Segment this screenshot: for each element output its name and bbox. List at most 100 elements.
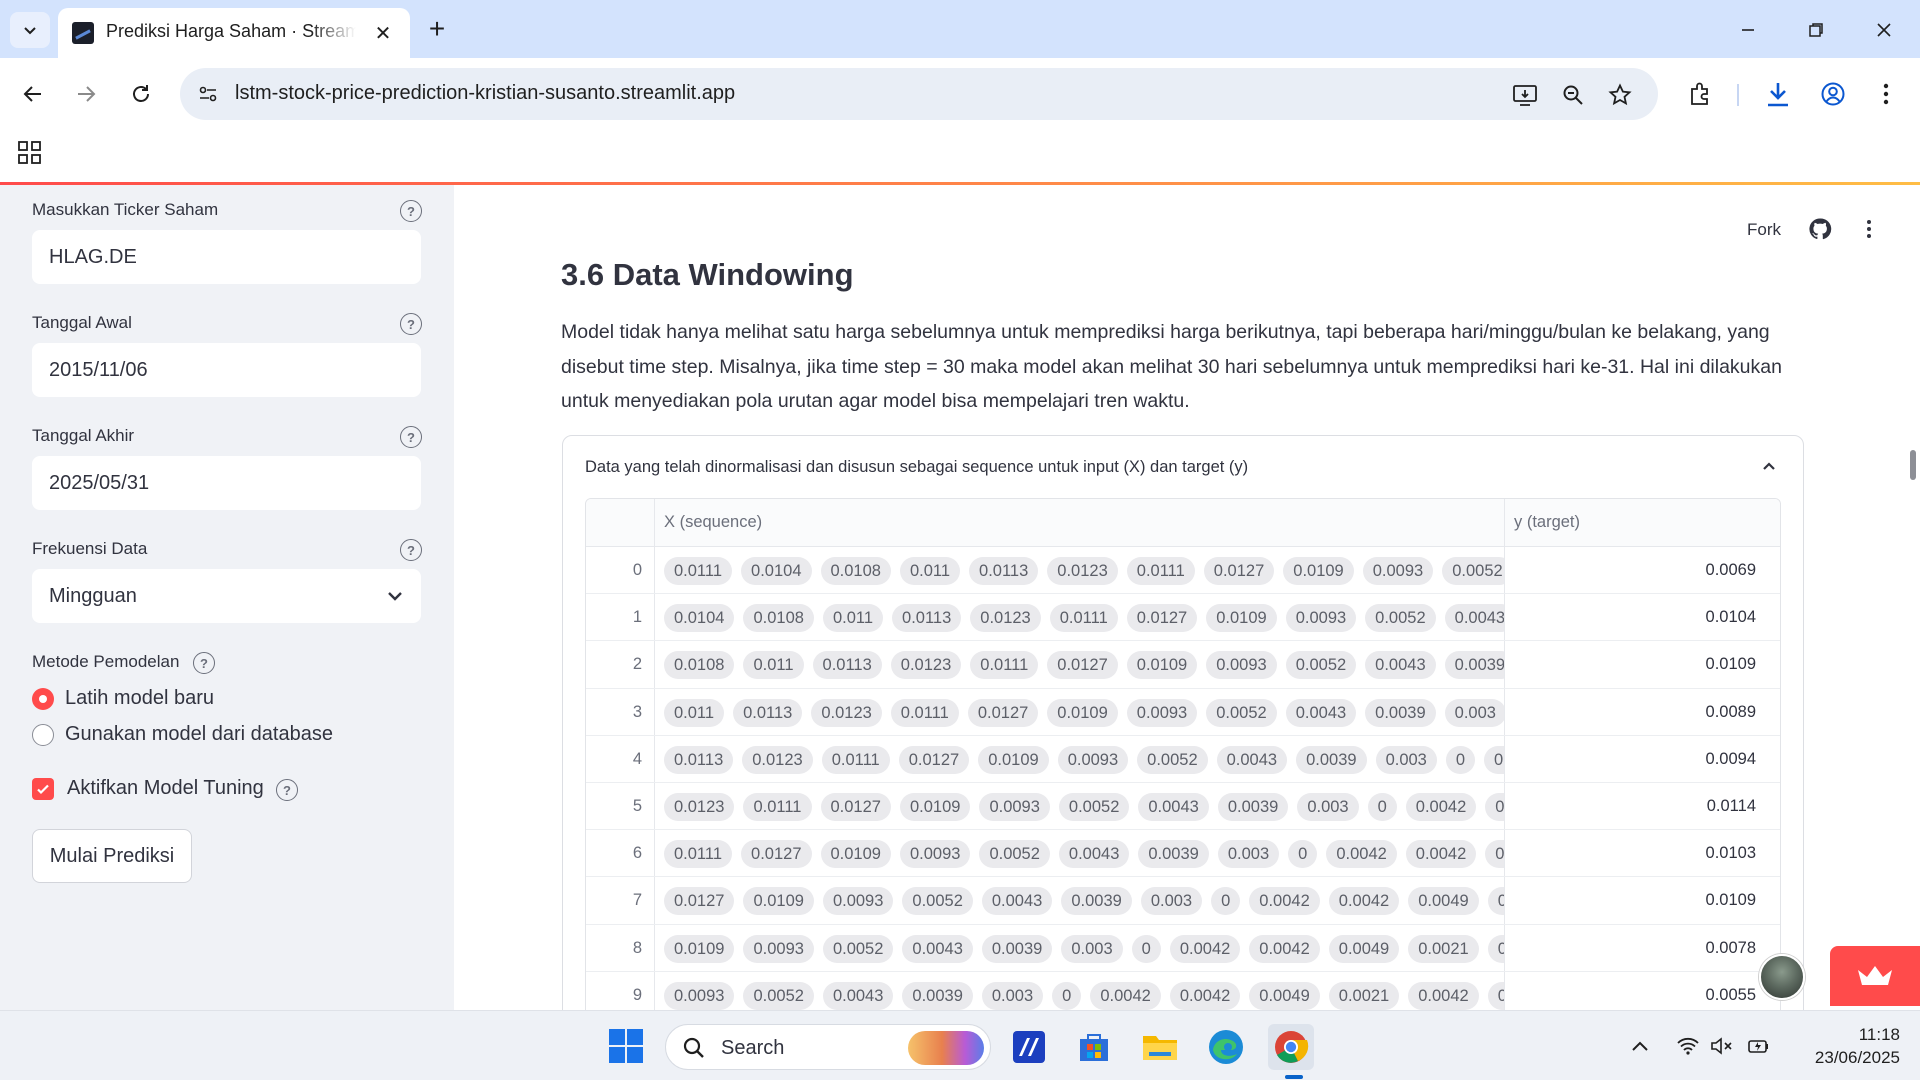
radio-use-database-model[interactable]	[32, 724, 54, 746]
table-row[interactable]: 6 0.0111 0.0127 0.0109 0.0093 0.0052 0.0043 0.0…	[586, 830, 1780, 878]
table-row[interactable]: 0 0.0111 0.0104 0.0108 0.011 0.0113 0.0123 0.01…	[586, 547, 1780, 595]
taskbar-search[interactable]: Search	[665, 1024, 991, 1070]
sequence-cell[interactable]: 0.0093 0.0052 0.0043 0.0039 0.003 0 0.0042 0.00…	[664, 980, 1504, 1010]
target-cell[interactable]: 0.0055	[1516, 986, 1756, 1005]
apps-grid-icon[interactable]	[16, 139, 44, 167]
target-cell[interactable]: 0.0104	[1516, 608, 1756, 627]
table-row[interactable]: 7 0.0127 0.0109 0.0093 0.0052 0.0043 0.0039 0.0…	[586, 877, 1780, 925]
table-row[interactable]: 8 0.0109 0.0093 0.0052 0.0043 0.0039 0.003 0 0.0…	[586, 925, 1780, 972]
end-date-input[interactable]: 2025/05/31	[32, 456, 421, 510]
sequence-value-chip: 0.0123	[811, 698, 882, 727]
table-row[interactable]: 3 0.011 0.0113 0.0123 0.0111 0.0127 0.0109 0.00…	[586, 689, 1780, 736]
page-scrollbar-thumb[interactable]	[1910, 450, 1916, 480]
sequence-cell[interactable]: 0.0109 0.0093 0.0052 0.0043 0.0039 0.003 0 0.00…	[664, 933, 1504, 965]
install-app-icon[interactable]	[1510, 80, 1540, 110]
target-cell[interactable]: 0.0103	[1516, 844, 1756, 863]
address-bar[interactable]: lstm-stock-price-prediction-kristian-sus…	[180, 68, 1658, 120]
start-date-help-icon[interactable]: ?	[400, 313, 422, 335]
sequence-value-chip: 0.	[1484, 745, 1504, 774]
sequence-cell[interactable]: 0.0108 0.011 0.0113 0.0123 0.0111 0.0127 0.010…	[664, 649, 1504, 681]
target-cell[interactable]: 0.0109	[1516, 891, 1756, 910]
method-help-icon[interactable]: ?	[193, 652, 215, 674]
table-row[interactable]: 2 0.0108 0.011 0.0113 0.0123 0.0111 0.0127 0.01…	[586, 641, 1780, 689]
column-header-x[interactable]: X (sequence)	[664, 513, 762, 532]
wifi-icon[interactable]	[1675, 1033, 1701, 1059]
extensions-icon[interactable]	[1680, 74, 1720, 114]
sequence-value-chip: 0.0113	[664, 745, 734, 774]
battery-charging-icon[interactable]	[1746, 1033, 1772, 1059]
bookmark-star-icon[interactable]	[1605, 80, 1635, 110]
zoom-icon[interactable]	[1558, 80, 1588, 110]
new-tab-icon[interactable]: +	[420, 12, 454, 46]
table-row[interactable]: 4 0.0113 0.0123 0.0111 0.0127 0.0109 0.0093 0.0…	[586, 736, 1780, 783]
sequence-cell[interactable]: 0.0111 0.0104 0.0108 0.011 0.0113 0.0123 0.011…	[664, 555, 1504, 587]
tuning-label[interactable]: Aktifkan Model Tuning	[67, 777, 264, 800]
start-date-input[interactable]: 2015/11/06	[32, 343, 421, 397]
file-explorer-icon[interactable]	[1137, 1024, 1183, 1070]
ticker-input[interactable]: HLAG.DE	[32, 230, 421, 284]
github-icon[interactable]	[1808, 217, 1832, 241]
chevron-up-icon[interactable]	[1759, 456, 1779, 476]
sequence-value-chip: 0.0113	[812, 651, 882, 680]
dataframe[interactable]: X (sequence) y (target) 0 0.0111 0.0104 0.0…	[585, 498, 1781, 1010]
reload-icon[interactable]	[121, 74, 161, 114]
microsoft-store-icon[interactable]	[1071, 1024, 1117, 1070]
sequence-value-chip: 0.0042	[1328, 887, 1400, 916]
tab-search-button[interactable]	[10, 12, 50, 48]
column-header-y[interactable]: y (target)	[1514, 513, 1580, 532]
windows-start-icon[interactable]	[608, 1028, 644, 1064]
sequence-cell[interactable]: 0.0123 0.0111 0.0127 0.0109 0.0093 0.0052 0.00…	[664, 791, 1504, 823]
tuning-help-icon[interactable]: ?	[276, 779, 298, 801]
table-row[interactable]: 1 0.0104 0.0108 0.011 0.0113 0.0123 0.0111 0.01…	[586, 594, 1780, 642]
frequency-help-icon[interactable]: ?	[400, 539, 422, 561]
close-tab-icon[interactable]: ✕	[370, 20, 396, 46]
start-prediction-button[interactable]: Mulai Prediksi	[32, 829, 192, 883]
profile-icon[interactable]	[1813, 74, 1853, 114]
minimize-icon[interactable]	[1722, 10, 1774, 50]
fork-button[interactable]: Fork	[1747, 220, 1781, 240]
volume-muted-icon[interactable]	[1709, 1033, 1735, 1059]
app-menu-icon[interactable]	[1858, 218, 1880, 240]
table-row[interactable]: 5 0.0123 0.0111 0.0127 0.0109 0.0093 0.0052 0.0…	[586, 783, 1780, 831]
sequence-cell[interactable]: 0.0113 0.0123 0.0111 0.0127 0.0109 0.0093 0.00…	[664, 744, 1504, 776]
tray-overflow-chevron-icon[interactable]	[1627, 1033, 1653, 1059]
sequence-cell[interactable]: 0.011 0.0113 0.0123 0.0111 0.0127 0.0109 0.009…	[664, 697, 1504, 729]
table-row[interactable]: 9 0.0093 0.0052 0.0043 0.0039 0.003 0 0.0042 0.0…	[586, 972, 1780, 1010]
streamlit-badge[interactable]	[1830, 946, 1920, 1006]
radio-train-new-model[interactable]	[32, 688, 54, 710]
target-cell[interactable]: 0.0094	[1516, 750, 1756, 769]
target-cell[interactable]: 0.0109	[1516, 655, 1756, 674]
chrome-browser-icon[interactable]	[1268, 1024, 1314, 1070]
sequence-cell[interactable]: 0.0104 0.0108 0.011 0.0113 0.0123 0.0111 0.012…	[664, 602, 1504, 634]
target-cell[interactable]: 0.0069	[1516, 561, 1756, 580]
browser-menu-icon[interactable]	[1866, 74, 1906, 114]
downloads-icon[interactable]	[1758, 74, 1798, 114]
edge-browser-icon[interactable]	[1203, 1024, 1249, 1070]
sequence-value-chip: 0	[1211, 887, 1241, 916]
radio-train-new-model-label[interactable]: Latih model baru	[65, 687, 214, 710]
start-date-label: Tanggal Awal	[32, 313, 132, 332]
restore-icon[interactable]	[1790, 10, 1842, 50]
ticker-help-icon[interactable]: ?	[400, 200, 422, 222]
expander-header[interactable]: Data yang telah dinormalisasi dan disusu…	[585, 458, 1248, 477]
target-cell[interactable]: 0.0089	[1516, 703, 1756, 722]
end-date-help-icon[interactable]: ?	[400, 426, 422, 448]
sequence-cell[interactable]: 0.0127 0.0109 0.0093 0.0052 0.0043 0.0039 0.00…	[664, 885, 1504, 917]
taskbar-app-ai-icon[interactable]	[1006, 1024, 1052, 1070]
radio-use-database-model-label[interactable]: Gunakan model dari database	[65, 723, 333, 746]
url-text[interactable]: lstm-stock-price-prediction-kristian-sus…	[235, 82, 735, 105]
taskbar-clock-date[interactable]: 23/06/2025	[1780, 1048, 1900, 1068]
sequence-cell[interactable]: 0.0111 0.0127 0.0109 0.0093 0.0052 0.0043 0.00…	[664, 838, 1504, 870]
creator-avatar[interactable]	[1759, 954, 1805, 1000]
target-cell[interactable]: 0.0114	[1516, 797, 1756, 816]
frequency-select[interactable]: Mingguan	[32, 569, 421, 623]
target-cell[interactable]: 0.0078	[1516, 939, 1756, 958]
back-icon[interactable]	[13, 74, 53, 114]
close-window-icon[interactable]	[1858, 10, 1910, 50]
sequence-value-chip: 0.0127	[664, 887, 735, 916]
tuning-checkbox[interactable]	[32, 778, 54, 800]
site-info-icon[interactable]	[194, 80, 222, 108]
browser-tab-active[interactable]: Prediksi Harga Saham · Streamlit ✕	[58, 8, 410, 58]
forward-icon[interactable]	[66, 74, 106, 114]
taskbar-clock-time[interactable]: 11:18	[1800, 1025, 1900, 1045]
